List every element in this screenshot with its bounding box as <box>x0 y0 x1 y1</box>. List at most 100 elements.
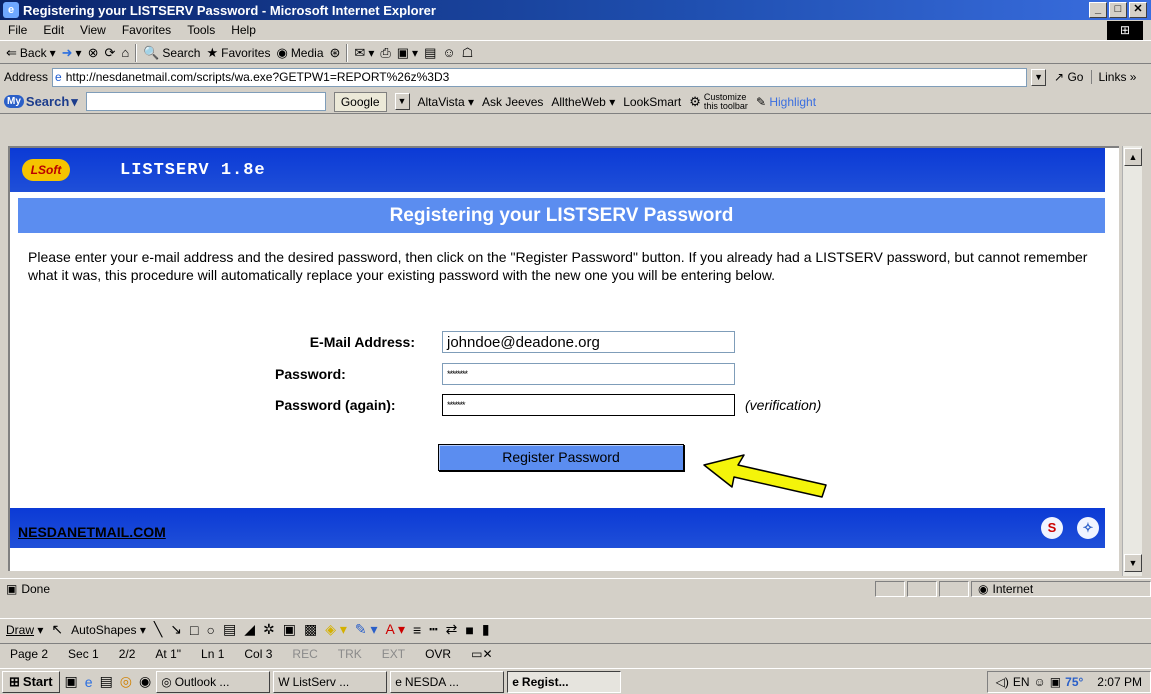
highlight-button[interactable]: ✎ Highlight <box>756 95 816 109</box>
discuss-button[interactable]: ▤ <box>424 45 436 61</box>
task-register[interactable]: e Regist... <box>507 670 622 693</box>
research-button[interactable]: ☖ <box>462 45 474 61</box>
email-field[interactable]: johndoe@deadone.org <box>442 331 735 353</box>
menu-edit[interactable]: Edit <box>35 23 72 37</box>
media-button[interactable]: ◉ Media <box>276 45 323 61</box>
stop-button[interactable]: ⊗ <box>88 45 99 61</box>
google-dropdown-button[interactable]: ▼ <box>394 93 410 110</box>
quicklaunch-media-icon[interactable]: ◉ <box>137 673 153 690</box>
picture-tool-icon[interactable]: ▩ <box>304 621 317 638</box>
search-input[interactable] <box>85 92 326 111</box>
arrow-tool-icon[interactable]: ↘ <box>170 621 182 638</box>
compass-icon[interactable]: ✧ <box>1077 517 1099 539</box>
back-button[interactable]: ⇐ Back ▾ <box>6 45 56 61</box>
maximize-button[interactable]: □ <box>1109 2 1127 18</box>
vertical-scrollbar[interactable]: ▲ ▼ <box>1122 146 1142 576</box>
password-again-field[interactable]: ******* <box>442 394 735 416</box>
askjeeves-link[interactable]: Ask Jeeves <box>482 95 543 109</box>
font-color-icon[interactable]: A ▾ <box>386 621 405 638</box>
go-button[interactable]: ↗ Go <box>1054 70 1083 84</box>
spelling-status-icon[interactable]: ▭✕ <box>461 647 502 661</box>
line-indicator: Ln 1 <box>201 646 225 661</box>
history-button[interactable]: ⊛ <box>330 45 341 61</box>
password-field[interactable]: ******** <box>442 363 735 385</box>
trk-indicator[interactable]: TRK <box>328 647 372 661</box>
start-button[interactable]: ⊞ Start <box>2 670 60 693</box>
rectangle-tool-icon[interactable]: □ <box>190 622 198 638</box>
textbox-tool-icon[interactable]: ▤ <box>223 621 236 638</box>
line-color-icon[interactable]: ✎ ▾ <box>355 621 378 638</box>
home-button[interactable]: ⌂ <box>121 45 129 60</box>
language-icon[interactable]: EN <box>1013 675 1030 689</box>
shadow-style-icon[interactable]: ■ <box>465 622 473 638</box>
forward-button[interactable]: ➜ ▾ <box>62 45 82 61</box>
line-style-icon[interactable]: ≡ <box>413 622 421 638</box>
alltheweb-link[interactable]: AlltheWeb ▾ <box>551 95 615 109</box>
select-pointer-icon[interactable]: ↖ <box>51 621 63 638</box>
toolbar-separator <box>135 43 138 62</box>
scroll-down-icon[interactable]: ▼ <box>1124 554 1142 572</box>
rec-indicator[interactable]: REC <box>282 647 327 661</box>
quicklaunch-outlook-icon[interactable]: ◎ <box>118 673 134 690</box>
menu-favorites[interactable]: Favorites <box>114 23 179 37</box>
altavista-link[interactable]: AltaVista ▾ <box>418 95 475 109</box>
edit-button[interactable]: ▣ ▾ <box>397 45 418 61</box>
refresh-button[interactable]: ⟳ <box>104 45 115 61</box>
oval-tool-icon[interactable]: ○ <box>207 622 215 638</box>
task-listserv-label: ListServ ... <box>292 674 350 689</box>
3d-style-icon[interactable]: ▮ <box>482 621 490 638</box>
google-button[interactable]: Google <box>333 91 387 112</box>
volume-icon[interactable]: ◁) <box>996 675 1009 689</box>
taskbar: ⊞ Start ▣ e ▤ ◎ ◉ ◎ Outlook ... W ListServ … <box>0 668 1151 694</box>
menu-file[interactable]: File <box>0 23 35 37</box>
weather-temp: 75° <box>1065 674 1084 689</box>
wordart-tool-icon[interactable]: ◢ <box>244 621 255 638</box>
password-label: Password: <box>275 366 346 382</box>
search-button[interactable]: 🔍 Search <box>143 45 200 61</box>
task-nesda[interactable]: e NESDA ... <box>390 670 505 693</box>
globe-icon[interactable]: S <box>1041 517 1063 539</box>
nesdanetmail-link[interactable]: NESDANETMAIL.COM <box>18 524 166 540</box>
mysearch-button[interactable]: My Search ▾ <box>4 94 78 110</box>
ext-indicator[interactable]: EXT <box>372 647 415 661</box>
mail-button[interactable]: ✉ ▾ <box>354 45 374 61</box>
customize-toolbar-button[interactable]: ⚙ Customize this toolbar <box>689 92 748 111</box>
close-button[interactable]: ✕ <box>1129 2 1147 18</box>
task-outlook[interactable]: ◎ Outlook ... <box>156 670 271 693</box>
scroll-up-icon[interactable]: ▲ <box>1124 148 1142 166</box>
menu-help[interactable]: Help <box>223 23 264 37</box>
network-icon[interactable]: ▣ <box>1050 675 1061 689</box>
back-arrow-icon: ⇐ <box>6 44 17 60</box>
ovr-indicator[interactable]: OVR <box>415 647 461 661</box>
dash-style-icon[interactable]: ┅ <box>429 621 437 638</box>
fill-color-icon[interactable]: ◈ ▾ <box>325 621 347 638</box>
line-tool-icon[interactable]: ╲ <box>154 621 162 638</box>
quicklaunch-app-icon[interactable]: ▤ <box>98 673 115 690</box>
status-cell <box>939 580 969 597</box>
address-input[interactable]: e http://nesdanetmail.com/scripts/wa.exe… <box>52 67 1028 87</box>
menu-tools[interactable]: Tools <box>179 23 223 37</box>
draw-menu[interactable]: Draw ▾ <box>6 623 43 637</box>
quicklaunch-ie-icon[interactable]: e <box>83 674 95 690</box>
quicklaunch-desktop-icon[interactable]: ▣ <box>63 673 80 690</box>
zone-label: Internet <box>992 581 1034 596</box>
links-button[interactable]: Links » <box>1091 70 1136 84</box>
ie-task-icon: e <box>512 674 519 689</box>
task-listserv[interactable]: W ListServ ... <box>273 670 388 693</box>
print-button[interactable]: ⎙ <box>380 45 390 61</box>
menu-view[interactable]: View <box>72 23 114 37</box>
messenger-tray-icon[interactable]: ☺ <box>1034 675 1046 689</box>
clipart-tool-icon[interactable]: ▣ <box>283 621 296 638</box>
minimize-button[interactable]: _ <box>1089 2 1107 18</box>
windows-logo-icon: ⊞ <box>1107 21 1143 40</box>
register-password-button[interactable]: Register Password <box>438 444 684 471</box>
autoshapes-menu[interactable]: AutoShapes ▾ <box>71 623 146 637</box>
favorites-button[interactable]: ★ Favorites <box>206 45 270 61</box>
task-outlook-label: Outlook ... <box>174 674 230 689</box>
messenger-button[interactable]: ☺ <box>442 45 455 60</box>
diagram-tool-icon[interactable]: ✲ <box>263 621 275 638</box>
arrow-style-icon[interactable]: ⇄ <box>446 621 458 638</box>
looksmart-link[interactable]: LookSmart <box>623 95 681 109</box>
address-dropdown-button[interactable]: ▼ <box>1031 68 1047 86</box>
back-label: Back <box>19 45 47 60</box>
